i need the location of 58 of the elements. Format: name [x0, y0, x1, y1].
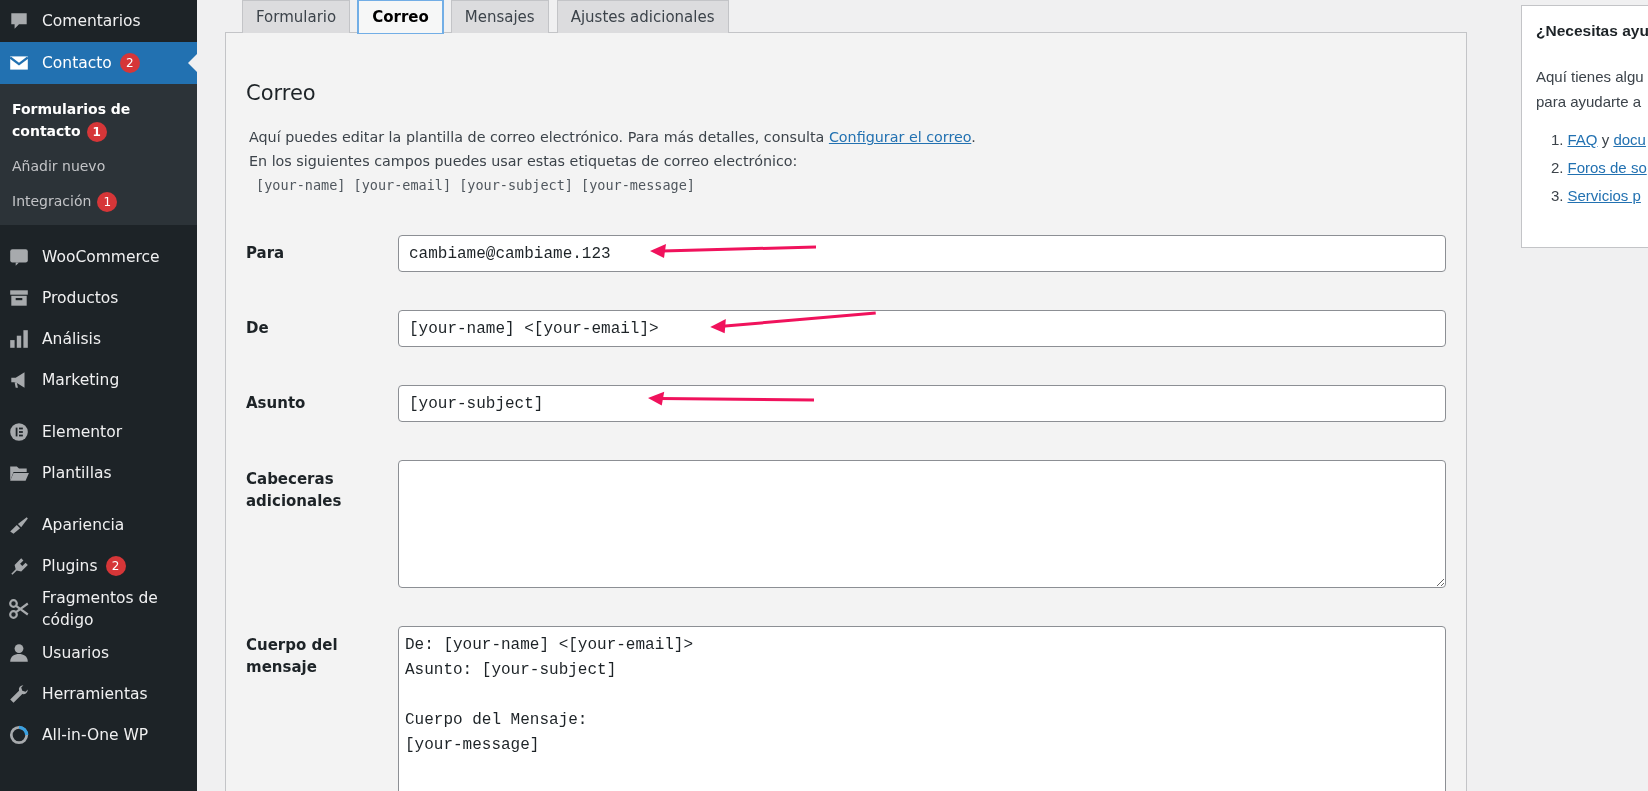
- help-link[interactable]: Foros de so: [1567, 154, 1647, 182]
- text-field[interactable]: cambiame@cambiame.123: [398, 235, 1446, 272]
- circle-e-icon: [8, 420, 30, 443]
- ring-icon: [8, 723, 30, 746]
- menu-item[interactable]: Marketing: [0, 359, 197, 400]
- bar-chart-icon: [8, 327, 30, 350]
- menu-item[interactable]: Comentarios: [0, 0, 197, 42]
- menu-item[interactable]: Usuarios: [0, 632, 197, 673]
- menu-item[interactable]: Contacto 2: [0, 42, 197, 84]
- hint-text: En los siguientes campos puedes usar estas etiquetas de correo electrónico:: [249, 152, 799, 171]
- count-badge: 2: [105, 555, 126, 576]
- field-label: Para: [246, 243, 286, 264]
- help-text: para ayudarte a: [1536, 92, 1643, 112]
- menu-item[interactable]: WooCommerce: [0, 236, 197, 277]
- list-number: 3.: [1551, 186, 1564, 206]
- field-label: Cuerpo del mensaje: [246, 635, 339, 678]
- menu-item[interactable]: All-in-One WP: [0, 714, 197, 755]
- menu-item[interactable]: Apariencia: [0, 504, 197, 545]
- menu-item[interactable]: Plugins 2: [0, 545, 197, 586]
- submenu-item[interactable]: Añadir nuevo: [0, 151, 197, 181]
- count-badge: 1: [97, 192, 118, 212]
- tab[interactable]: Ajustes adicionales: [556, 0, 729, 33]
- menu-item[interactable]: Fragmentos de código: [0, 586, 197, 632]
- help-link[interactable]: Servicios p: [1567, 182, 1641, 210]
- tab[interactable]: Formulario: [242, 0, 351, 33]
- mail-tags: [your-name] [your-email] [your-subject] [your-message]: [256, 173, 1446, 197]
- help-title: ¿Necesitas ayu: [1536, 22, 1648, 40]
- field-label: De: [246, 318, 270, 339]
- person-icon: [8, 641, 30, 664]
- submenu-item[interactable]: Formularios de contacto 1: [0, 94, 197, 146]
- docs-link[interactable]: Configurar el correo: [828, 129, 972, 145]
- help-link[interactable]: FAQ: [1567, 126, 1598, 154]
- menu-item[interactable]: Herramientas: [0, 673, 197, 714]
- count-badge: 2: [119, 53, 140, 73]
- description-text: Aquí puedes editar la plantilla de correo electrónico. Para más detalles, consulta Configurar el correo.: [249, 128, 977, 147]
- list-number: 1.: [1551, 130, 1564, 150]
- help-text: Aquí tienes algu: [1536, 67, 1645, 87]
- text-field[interactable]: [your-name] <[your-email]>: [398, 310, 1446, 347]
- list-number: 2.: [1551, 158, 1564, 178]
- text-area[interactable]: [398, 460, 1446, 588]
- count-badge: 1: [86, 122, 107, 142]
- wrench-icon: [8, 682, 30, 705]
- section-heading: Correo: [246, 81, 317, 105]
- help-link[interactable]: docu: [1613, 126, 1646, 154]
- message-body-area[interactable]: De: [your-name] <[your-email]> Asunto: [your-subject] Cuerpo del Mensaje: [your-message]: [398, 626, 1446, 791]
- menu-item[interactable]: Productos: [0, 277, 197, 318]
- text-field[interactable]: [your-subject]: [398, 385, 1446, 422]
- submenu-item[interactable]: Integración 1: [0, 186, 197, 216]
- menu-item[interactable]: Plantillas: [0, 452, 197, 493]
- tab[interactable]: Mensajes: [450, 0, 549, 33]
- tab[interactable]: Correo: [358, 0, 443, 33]
- menu-item[interactable]: Elementor: [0, 411, 197, 452]
- field-label: Asunto: [246, 393, 307, 414]
- field-label: Cabeceras adicionales: [246, 469, 343, 512]
- help-text: y: [1600, 130, 1611, 150]
- pointer-icon: [188, 54, 197, 72]
- menu-item[interactable]: Análisis: [0, 318, 197, 359]
- scissors-icon: [8, 598, 30, 620]
